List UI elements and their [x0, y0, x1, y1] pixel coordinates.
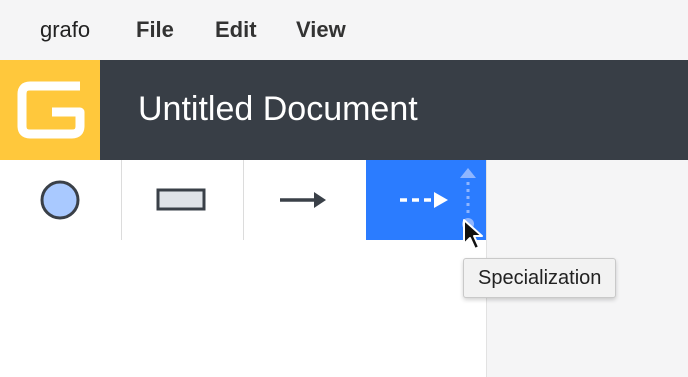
mouse-cursor-icon	[463, 219, 483, 250]
toolbar-panel-body	[0, 240, 486, 377]
tooltip: Specialization	[463, 258, 617, 298]
rectangle-node-icon	[156, 188, 206, 211]
circle-node-icon	[40, 180, 80, 220]
menu-view[interactable]: View	[296, 17, 346, 43]
menu-bar: grafo File Edit View	[0, 0, 688, 60]
document-header: Untitled Document	[0, 60, 688, 160]
menu-edit[interactable]: Edit	[215, 17, 257, 43]
shape-toolbar	[0, 160, 488, 240]
rectangle-tool-button[interactable]	[122, 160, 242, 240]
solid-arrow-icon	[280, 192, 326, 208]
dashed-arrow-icon	[400, 192, 448, 208]
arrow-tool-button[interactable]	[244, 160, 364, 240]
menu-file[interactable]: File	[136, 17, 174, 43]
app-logo	[0, 60, 100, 160]
app-menu[interactable]: grafo	[40, 17, 90, 43]
circle-tool-button[interactable]	[0, 160, 120, 240]
document-title[interactable]: Untitled Document	[138, 90, 418, 129]
g-logo-icon	[17, 81, 85, 139]
